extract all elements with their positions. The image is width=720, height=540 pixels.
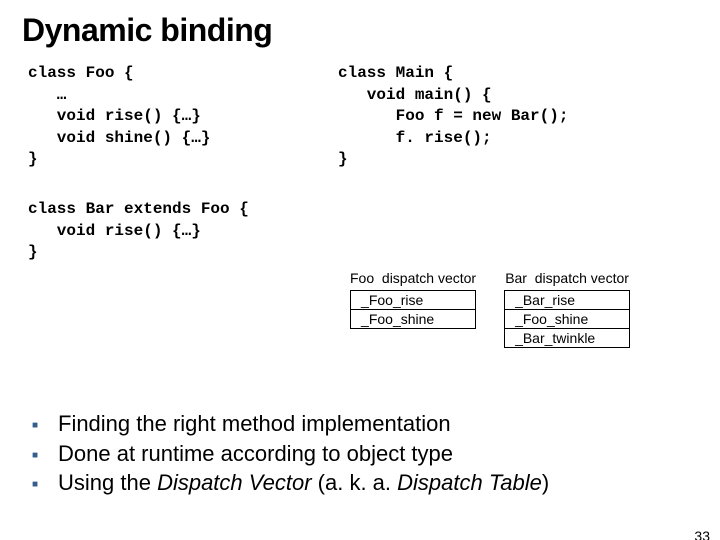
foo-vector-label: Foo dispatch vector [350, 270, 476, 286]
bullet-icon: ■ [30, 420, 40, 431]
code-columns: class Foo { … void rise() {…} void shine… [28, 63, 720, 171]
code-bar: class Bar extends Foo { void rise() {…} … [28, 199, 720, 264]
list-item: ■ Finding the right method implementatio… [30, 410, 702, 438]
bullet-icon: ■ [30, 450, 40, 461]
bullet-list: ■ Finding the right method implementatio… [30, 410, 702, 499]
table-row: _Bar_twinkle [505, 329, 630, 348]
slide-title: Dynamic binding [22, 12, 720, 49]
page-number: 33 [694, 528, 710, 540]
bar-dispatch-vector: Bar dispatch vector _Bar_rise _Foo_shine… [504, 270, 630, 348]
table-row: _Foo_shine [351, 310, 476, 329]
slide: Dynamic binding class Foo { … void rise(… [0, 12, 720, 540]
bullet-text: Done at runtime according to object type [58, 440, 702, 468]
vector-cell: _Bar_rise [505, 291, 630, 310]
bullet-icon: ■ [30, 479, 40, 490]
code-main: class Main { void main() { Foo f = new B… [338, 63, 678, 171]
vector-cell: _Foo_rise [351, 291, 476, 310]
bar-vector-label: Bar dispatch vector [505, 270, 629, 286]
table-row: _Foo_shine [505, 310, 630, 329]
bullet-text: Finding the right method implementation [58, 410, 702, 438]
vector-cell: _Foo_shine [351, 310, 476, 329]
table-row: _Foo_rise [351, 291, 476, 310]
list-item: ■ Done at runtime according to object ty… [30, 440, 702, 468]
vector-cell: _Foo_shine [505, 310, 630, 329]
code-foo: class Foo { … void rise() {…} void shine… [28, 63, 338, 171]
foo-dispatch-vector: Foo dispatch vector _Foo_rise _Foo_shine [350, 270, 476, 348]
dispatch-vectors: Foo dispatch vector _Foo_rise _Foo_shine… [350, 270, 630, 348]
table-row: _Bar_rise [505, 291, 630, 310]
list-item: ■ Using the Dispatch Vector (a. k. a. Di… [30, 469, 702, 497]
bullet-text: Using the Dispatch Vector (a. k. a. Disp… [58, 469, 702, 497]
vector-cell: _Bar_twinkle [505, 329, 630, 348]
bar-vector-table: _Bar_rise _Foo_shine _Bar_twinkle [504, 290, 630, 348]
foo-vector-table: _Foo_rise _Foo_shine [350, 290, 476, 329]
